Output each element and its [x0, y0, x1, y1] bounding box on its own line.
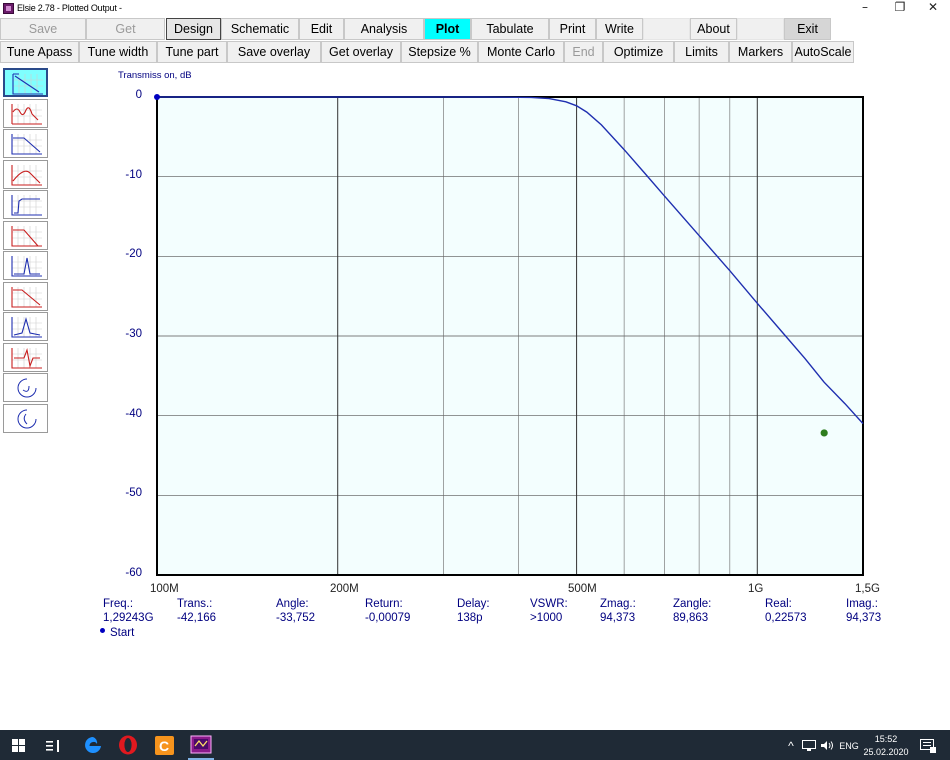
readout-header: Imag.:	[846, 598, 878, 610]
readout-value: 138p	[457, 612, 483, 624]
edge-browser-icon[interactable]	[84, 736, 102, 754]
clock-time[interactable]: 15:52	[862, 734, 910, 744]
network-icon[interactable]	[802, 740, 816, 751]
readout-value: 94,373	[846, 612, 882, 624]
volume-icon[interactable]	[820, 740, 834, 751]
readout-header: Trans.:	[177, 598, 213, 610]
opera-browser-icon[interactable]	[118, 735, 138, 755]
readout-value: 1,29243G	[103, 612, 154, 624]
readout-header: VSWR:	[530, 598, 568, 610]
readout-header: Zangle:	[673, 598, 712, 610]
readout-value: >1000	[530, 612, 563, 624]
file-manager-icon[interactable]: C	[155, 736, 174, 755]
readout-header: Return:	[365, 598, 403, 610]
readout-header: Freq.:	[103, 598, 134, 610]
notifications-icon[interactable]	[920, 739, 936, 753]
readout-header: Delay:	[457, 598, 490, 610]
task-view-icon[interactable]	[46, 740, 62, 752]
start-marker	[154, 94, 160, 100]
readout-value: -33,752	[276, 612, 316, 624]
tray-overflow-chevron[interactable]: ^	[784, 739, 798, 753]
readout-header: Angle:	[276, 598, 309, 610]
input-language[interactable]: ENG	[838, 741, 860, 751]
readout-header: Real:	[765, 598, 792, 610]
windows-start-icon[interactable]	[12, 739, 25, 752]
readout-value: -0,00079	[365, 612, 411, 624]
clock-date[interactable]: 25.02.2020	[862, 747, 910, 757]
readout-value: 94,373	[600, 612, 636, 624]
transmission-chart[interactable]	[0, 0, 950, 760]
start-marker-legend-icon	[100, 628, 105, 633]
svg-text:C: C	[159, 738, 169, 754]
readout-value: 0,22573	[765, 612, 807, 624]
readout-value: -42,166	[177, 612, 217, 624]
readout-marker	[820, 429, 828, 437]
elsie-app-icon[interactable]	[190, 735, 212, 755]
readout-value: 89,863	[673, 612, 709, 624]
start-legend-label: Start	[110, 627, 135, 639]
elsie-window: Elsie 2.78 - Plotted Output - – ❐ ✕ Save…	[0, 0, 950, 760]
readout-header: Zmag.:	[600, 598, 636, 610]
windows-taskbar: C ^ ENG 15:52 25.02.2020	[0, 730, 950, 760]
